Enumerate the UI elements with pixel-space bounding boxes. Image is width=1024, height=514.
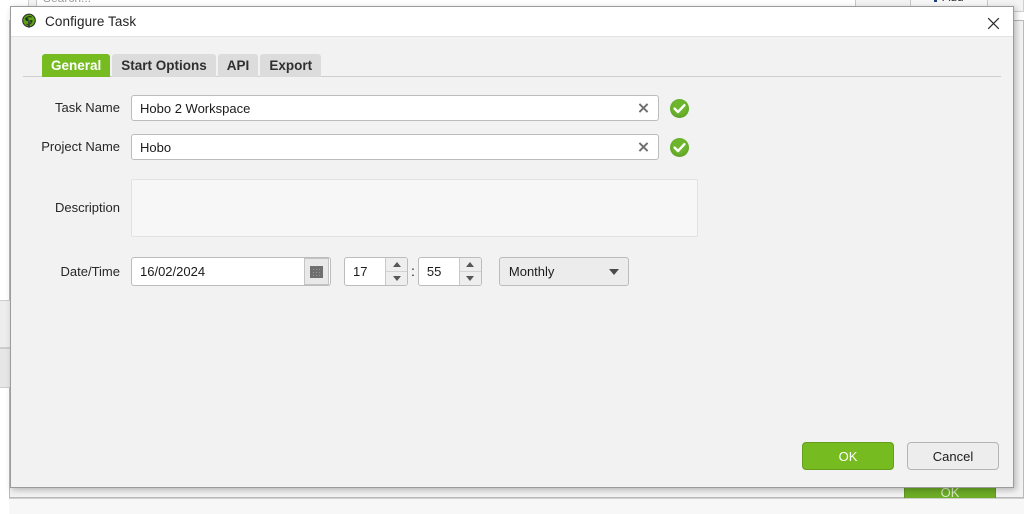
add-bullet-icon bbox=[934, 0, 938, 2]
task-name-value: Hobo 2 Workspace bbox=[140, 100, 251, 116]
minute-value: 55 bbox=[426, 264, 442, 279]
tab-api[interactable]: API bbox=[217, 54, 259, 77]
background-status-strip bbox=[9, 498, 1024, 514]
recurrence-select[interactable]: Monthly bbox=[498, 257, 629, 286]
minute-decrement-icon[interactable] bbox=[460, 272, 481, 286]
recurrence-value: Monthly bbox=[508, 264, 555, 279]
hour-stepper[interactable]: 17 bbox=[344, 257, 408, 286]
description-textarea[interactable] bbox=[131, 179, 698, 237]
project-name-input[interactable]: Hobo bbox=[131, 134, 659, 160]
date-input[interactable]: 16/02/2024 bbox=[131, 257, 331, 286]
description-row: Description bbox=[11, 179, 1013, 237]
task-name-label: Task Name bbox=[54, 100, 120, 115]
dialog-title: Configure Task bbox=[45, 14, 137, 29]
tab-general[interactable]: General bbox=[42, 54, 111, 77]
hour-increment-icon[interactable] bbox=[386, 258, 407, 272]
task-name-input[interactable]: Hobo 2 Workspace bbox=[131, 95, 659, 121]
ok-button[interactable]: OK bbox=[802, 442, 894, 470]
project-name-valid-check-icon bbox=[670, 138, 689, 157]
description-label: Description bbox=[54, 200, 120, 215]
calendar-glyph bbox=[310, 265, 323, 278]
datetime-row: Date/Time 16/02/2024 17 : 55 Monthly bbox=[11, 257, 1013, 286]
tree-logo-icon bbox=[20, 13, 38, 31]
dialog-titlebar: Configure Task bbox=[11, 7, 1013, 37]
background-add-label: Add bbox=[942, 0, 963, 4]
task-name-clear-x-icon[interactable] bbox=[637, 102, 650, 115]
general-tab-form: Task Name Hobo 2 Workspace Project Name … bbox=[11, 77, 1013, 437]
close-icon[interactable] bbox=[981, 12, 1005, 34]
dialog-footer: OK Cancel bbox=[11, 425, 1013, 487]
hour-stepper-arrows[interactable] bbox=[385, 258, 407, 285]
task-name-row: Task Name Hobo 2 Workspace bbox=[11, 95, 1013, 121]
calendar-icon[interactable] bbox=[304, 258, 329, 285]
minute-stepper-arrows[interactable] bbox=[458, 258, 481, 286]
tab-start-options[interactable]: Start Options bbox=[112, 54, 216, 77]
task-name-valid-check-icon bbox=[670, 99, 689, 118]
datetime-label: Date/Time bbox=[60, 264, 120, 279]
project-name-row: Project Name Hobo bbox=[11, 134, 1013, 160]
hour-decrement-icon[interactable] bbox=[386, 272, 407, 286]
date-value: 16/02/2024 bbox=[140, 264, 206, 279]
cancel-button[interactable]: Cancel bbox=[907, 442, 999, 470]
datetime-controls: 16/02/2024 17 : 55 Monthly bbox=[131, 257, 629, 286]
project-name-value: Hobo bbox=[140, 139, 172, 155]
project-name-clear-x-icon[interactable] bbox=[637, 141, 650, 154]
tab-export[interactable]: Export bbox=[260, 54, 322, 77]
minute-stepper[interactable]: 55 bbox=[417, 257, 482, 286]
time-separator: : bbox=[411, 263, 415, 279]
minute-increment-icon[interactable] bbox=[459, 258, 481, 272]
hour-value: 17 bbox=[353, 264, 368, 279]
chevron-down-icon bbox=[608, 268, 619, 275]
dialog-tabstrip: General Start Options API Export bbox=[11, 54, 1013, 77]
configure-task-dialog: Configure Task General Start Options API… bbox=[10, 6, 1014, 488]
project-name-label: Project Name bbox=[41, 139, 120, 154]
